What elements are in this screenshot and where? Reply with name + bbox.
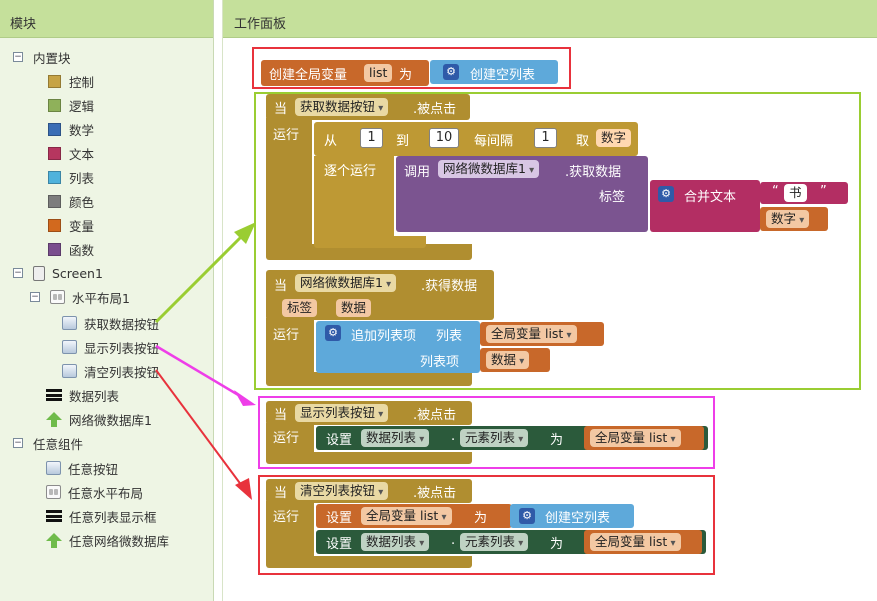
collapse-icon[interactable]: − (13, 52, 23, 62)
tree-item-logic[interactable]: 逻辑 (48, 94, 94, 116)
tree-item-label: 任意网络微数据库 (69, 533, 170, 549)
tree-item-clouddb[interactable]: 网络微数据库1 (46, 408, 152, 430)
tree-item-colors[interactable]: 颜色 (48, 190, 94, 212)
tree-item-math[interactable]: 数学 (48, 118, 94, 140)
listview-icon (46, 389, 62, 401)
tree-item-label: 任意按钮 (68, 461, 119, 477)
listview-icon (46, 510, 62, 522)
tree-item-text[interactable]: 文本 (48, 142, 94, 164)
tree-item-label: 变量 (69, 218, 95, 234)
tree-item-label: 控制 (69, 74, 95, 90)
tree-item-label: 逻辑 (69, 98, 95, 114)
logic-color-icon (48, 98, 61, 112)
tree-item-label: 列表 (69, 170, 95, 186)
tree-item-label: 函数 (69, 242, 95, 258)
tree-item-variables[interactable]: 变量 (48, 214, 94, 236)
horizontal-arrangement-icon (46, 485, 61, 499)
blocks-panel-title: 模块 (0, 0, 213, 38)
tree-builtin[interactable]: − 内置块 (13, 46, 71, 68)
button-icon (62, 364, 77, 378)
tree-item-label: 任意列表显示框 (69, 509, 157, 525)
tree-item-fetch-button[interactable]: 获取数据按钮 (62, 312, 159, 334)
highlight-clear-list (258, 475, 715, 575)
tree-any-components[interactable]: − 任意组件 (13, 432, 83, 454)
text-color-icon (48, 146, 61, 160)
highlight-show-list (258, 396, 715, 469)
tree-item-clear-button[interactable]: 清空列表按钮 (62, 360, 159, 382)
tree-item-label: 网络微数据库1 (69, 412, 152, 428)
highlight-fetch-and-receive (254, 92, 861, 390)
collapse-icon[interactable]: − (13, 438, 23, 448)
tree-item-control[interactable]: 控制 (48, 70, 94, 92)
tree-item-any-clouddb[interactable]: 任意网络微数据库 (46, 529, 169, 551)
tree-horizontal-arrangement[interactable]: − 水平布局1 (30, 286, 130, 308)
collapse-icon[interactable]: − (13, 268, 23, 278)
tree-item-label: 数据列表 (69, 388, 120, 404)
tree-item-label: 数学 (69, 122, 95, 138)
tree-item-label: 任意水平布局 (68, 485, 144, 501)
tree-item-any-listview[interactable]: 任意列表显示框 (46, 505, 157, 527)
control-color-icon (48, 74, 61, 88)
tree-builtin-label: 内置块 (33, 50, 71, 66)
tree-arrangement-label: 水平布局1 (72, 290, 130, 306)
clouddb-icon (46, 412, 62, 427)
screen-icon (33, 265, 45, 281)
tree-item-label: 文本 (69, 146, 95, 162)
colors-color-icon (48, 194, 61, 208)
tree-item-label: 获取数据按钮 (84, 316, 160, 332)
highlight-global-var (252, 47, 571, 89)
lists-color-icon (48, 170, 61, 184)
tree-item-label: 清空列表按钮 (84, 364, 160, 380)
tree-item-any-button[interactable]: 任意按钮 (46, 457, 118, 479)
math-color-icon (48, 122, 61, 136)
tree-item-listview[interactable]: 数据列表 (46, 384, 119, 406)
tree-item-label: 显示列表按钮 (84, 340, 160, 356)
tree-item-show-button[interactable]: 显示列表按钮 (62, 336, 159, 358)
button-icon (62, 340, 77, 354)
variables-color-icon (48, 218, 61, 232)
button-icon (62, 316, 77, 330)
tree-item-lists[interactable]: 列表 (48, 166, 94, 188)
clouddb-icon (46, 533, 62, 548)
tree-screen1-label: Screen1 (52, 265, 103, 281)
collapse-icon[interactable]: − (30, 292, 40, 302)
workspace-title: 工作面板 (223, 0, 877, 38)
tree-any-label: 任意组件 (33, 436, 84, 452)
tree-item-any-arrangement[interactable]: 任意水平布局 (46, 481, 143, 503)
button-icon (46, 461, 61, 475)
tree-item-label: 颜色 (69, 194, 95, 210)
horizontal-arrangement-icon (50, 290, 65, 304)
blocks-panel: 模块 − 内置块 控制 逻辑 数学 文本 列表 颜色 变量 函数 − Scree… (0, 0, 214, 601)
tree-item-procedures[interactable]: 函数 (48, 238, 94, 260)
procedures-color-icon (48, 242, 61, 256)
tree-screen1[interactable]: − Screen1 (13, 262, 103, 284)
